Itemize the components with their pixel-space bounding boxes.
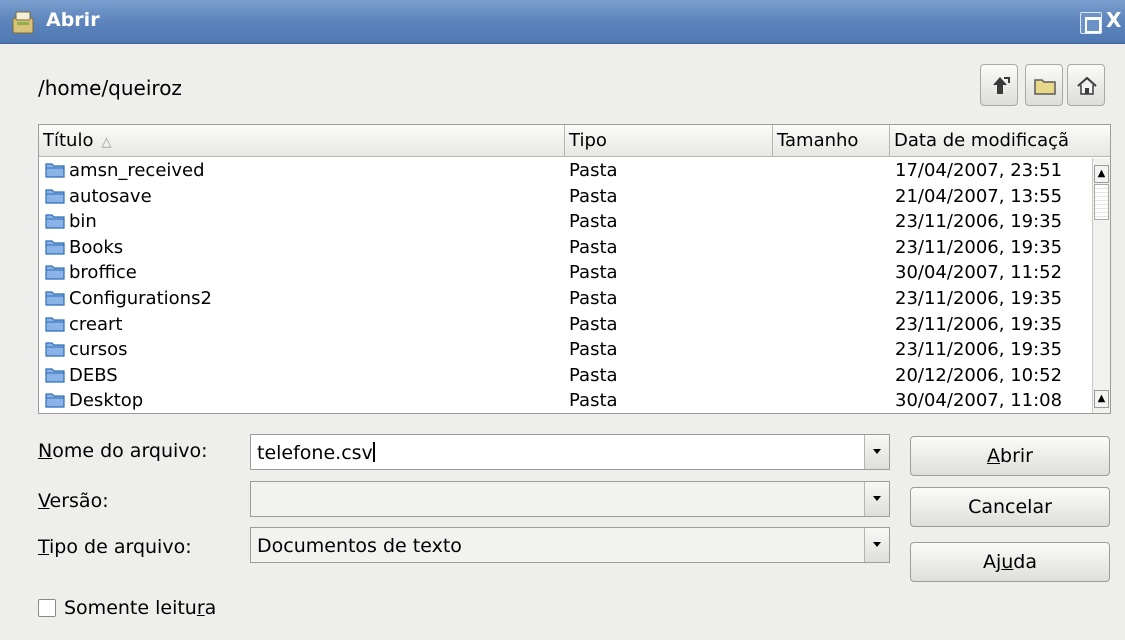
file-name: cursos xyxy=(45,337,127,363)
file-name: Configurations2 xyxy=(45,286,212,312)
window-title: Abrir xyxy=(46,9,100,31)
file-list[interactable]: Título △ Tipo Tamanho Data de modificaçã … xyxy=(38,124,1111,414)
folder-icon xyxy=(45,368,65,383)
file-row[interactable]: amsn_received Pasta 17/04/2007, 23:51 xyxy=(39,158,1091,184)
file-type: Pasta xyxy=(569,160,618,181)
file-type: Pasta xyxy=(569,262,618,284)
filetype-select[interactable]: Documentos de texto xyxy=(250,527,890,563)
scroll-up-arrow-icon[interactable]: ▲ xyxy=(1094,165,1109,183)
column-header-date[interactable]: Data de modificaçã xyxy=(890,125,1110,156)
open-button[interactable]: Abrir xyxy=(910,436,1110,476)
file-date: 23/11/2006, 19:35 xyxy=(895,211,1063,233)
file-open-dialog: Abrir X /home/queiroz Título △ Tipo Taman… xyxy=(0,0,1125,640)
file-type: Pasta xyxy=(569,390,618,412)
title-bar[interactable]: Abrir X xyxy=(0,0,1125,44)
file-type: Pasta xyxy=(569,287,618,309)
file-rows: amsn_received Pasta 17/04/2007, 23:51 autos… xyxy=(39,158,1091,413)
new-folder-icon xyxy=(1034,79,1056,95)
text-cursor xyxy=(372,442,375,462)
help-button[interactable]: Ajuda xyxy=(910,542,1110,582)
close-button[interactable]: X xyxy=(1106,10,1125,32)
folder-icon xyxy=(45,265,65,280)
readonly-label[interactable]: Somente leitura xyxy=(64,597,216,619)
file-row[interactable]: creart Pasta 23/11/2006, 19:35 xyxy=(39,312,1091,338)
file-row[interactable]: bin Pasta 23/11/2006, 19:35 xyxy=(39,209,1091,235)
file-name: creart xyxy=(45,312,122,338)
app-icon xyxy=(12,11,34,34)
column-header-type[interactable]: Tipo xyxy=(565,125,773,156)
file-name: Books xyxy=(45,235,123,261)
file-name: broffice xyxy=(45,260,137,286)
file-row[interactable]: Books Pasta 23/11/2006, 19:35 xyxy=(39,235,1091,261)
file-row[interactable]: cursos Pasta 23/11/2006, 19:35 xyxy=(39,337,1091,363)
filename-input[interactable]: telefone.csv xyxy=(250,434,890,470)
file-date: 30/04/2007, 11:08 xyxy=(895,390,1063,412)
file-row[interactable]: broffice Pasta 30/04/2007, 11:52 xyxy=(39,260,1091,286)
current-path: /home/queiroz xyxy=(38,76,182,100)
cancel-button[interactable]: Cancelar xyxy=(910,487,1110,527)
file-date: 17/04/2007, 23:51 xyxy=(895,160,1063,181)
file-date: 23/11/2006, 19:35 xyxy=(895,287,1063,309)
folder-icon xyxy=(45,240,65,255)
folder-icon xyxy=(45,188,65,204)
folder-icon xyxy=(45,393,65,408)
file-name: amsn_received xyxy=(45,158,205,184)
folder-icon xyxy=(45,342,65,357)
new-folder-button[interactable] xyxy=(1025,64,1063,106)
file-name: DEBS xyxy=(45,363,118,389)
readonly-checkbox[interactable] xyxy=(38,599,56,617)
version-dropdown-button[interactable] xyxy=(864,482,889,516)
sort-ascending-icon: △ xyxy=(101,135,112,150)
up-folder-icon xyxy=(993,77,1010,94)
vertical-scrollbar[interactable]: ▲ ▲ xyxy=(1092,158,1110,413)
file-type: Pasta xyxy=(569,185,618,207)
version-select[interactable] xyxy=(250,481,890,517)
filetype-dropdown-button[interactable] xyxy=(864,528,889,562)
file-name: Desktop xyxy=(45,388,143,413)
file-row[interactable]: autosave Pasta 21/04/2007, 13:55 xyxy=(39,184,1091,210)
file-date: 21/04/2007, 13:55 xyxy=(895,185,1063,207)
home-icon xyxy=(1077,76,1097,95)
file-list-header: Título △ Tipo Tamanho Data de modificaçã xyxy=(39,125,1110,157)
filename-label: Nome do arquivo: xyxy=(38,440,208,462)
version-label: Versão: xyxy=(38,490,109,512)
file-date: 23/11/2006, 19:35 xyxy=(895,339,1063,361)
file-row[interactable]: DEBS Pasta 20/12/2006, 10:52 xyxy=(39,363,1091,389)
scrollbar-thumb[interactable] xyxy=(1094,184,1109,220)
up-folder-button[interactable] xyxy=(980,64,1018,106)
folder-icon xyxy=(45,214,65,229)
file-date: 23/11/2006, 19:35 xyxy=(895,236,1063,258)
maximize-button[interactable] xyxy=(1080,12,1102,34)
file-date: 20/12/2006, 10:52 xyxy=(895,364,1063,386)
file-type: Pasta xyxy=(569,211,618,233)
column-header-title[interactable]: Título △ xyxy=(39,125,565,156)
filetype-label: Tipo de arquivo: xyxy=(38,536,192,558)
home-folder-button[interactable] xyxy=(1067,64,1105,106)
file-date: 23/11/2006, 19:35 xyxy=(895,313,1063,335)
file-name: autosave xyxy=(45,184,152,210)
file-type: Pasta xyxy=(569,313,618,335)
filename-dropdown-button[interactable] xyxy=(864,435,889,469)
file-name: bin xyxy=(45,209,97,235)
column-header-size[interactable]: Tamanho xyxy=(773,125,890,156)
scroll-up-arrow-icon[interactable]: ▲ xyxy=(1094,390,1109,408)
file-type: Pasta xyxy=(569,339,618,361)
file-type: Pasta xyxy=(569,364,618,386)
file-type: Pasta xyxy=(569,236,618,258)
folder-icon xyxy=(45,163,65,178)
folder-icon xyxy=(45,316,65,332)
file-row[interactable]: Desktop Pasta 30/04/2007, 11:08 xyxy=(39,388,1091,413)
folder-icon xyxy=(45,291,65,306)
file-row[interactable]: Configurations2 Pasta 23/11/2006, 19:35 xyxy=(39,286,1091,312)
file-date: 30/04/2007, 11:52 xyxy=(895,262,1063,284)
